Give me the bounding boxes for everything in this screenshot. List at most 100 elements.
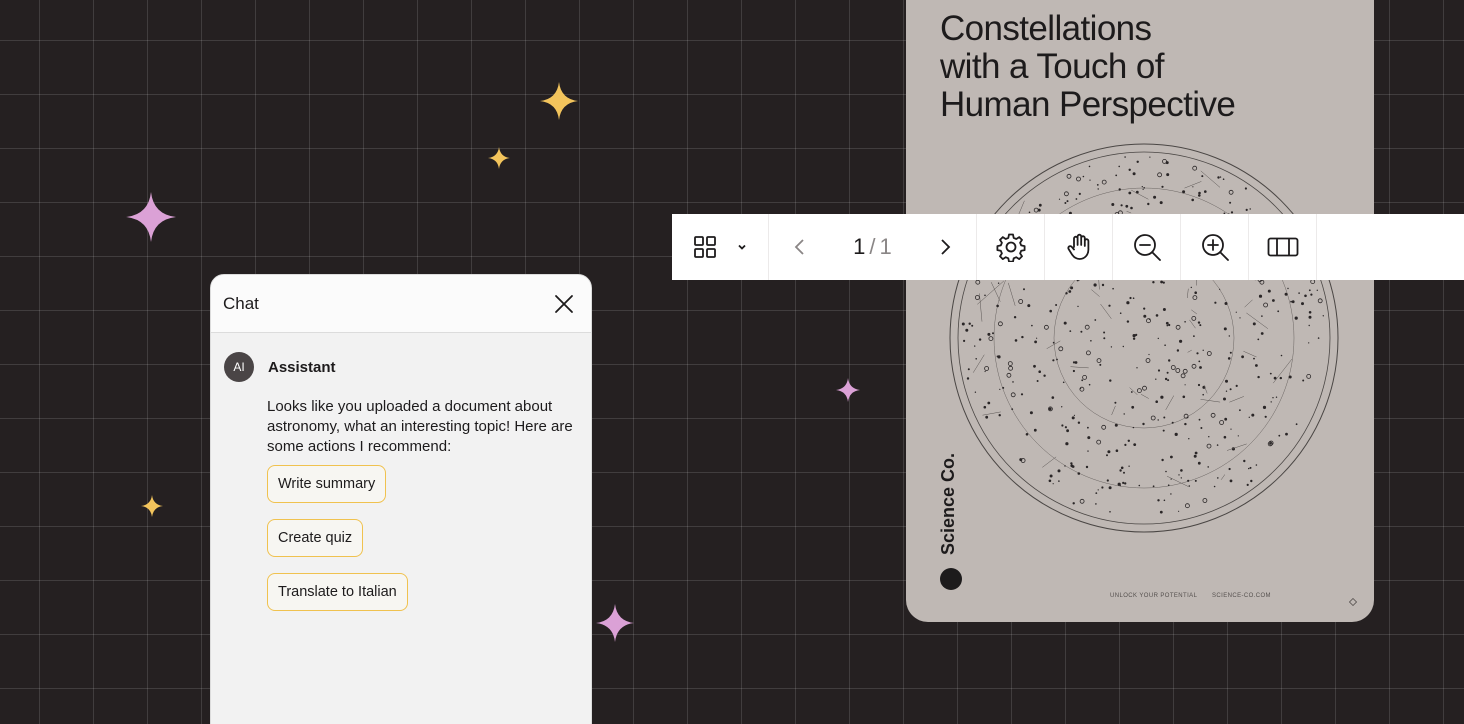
star-dot — [1027, 304, 1031, 308]
write-summary-button[interactable]: Write summary — [267, 465, 387, 503]
star-dot — [1071, 465, 1075, 468]
star-dot — [1316, 289, 1318, 291]
constellation-line — [1220, 474, 1226, 480]
star-dot — [1249, 208, 1251, 210]
star-dot — [1229, 201, 1232, 204]
view-mode-dropdown[interactable] — [732, 214, 752, 280]
star-dot — [997, 282, 1000, 284]
constellation-line — [1243, 350, 1257, 358]
zoom-in-button[interactable] — [1181, 214, 1248, 280]
star-dot — [1191, 315, 1197, 321]
layout-group — [1249, 214, 1317, 280]
star-dot — [1167, 484, 1170, 487]
star-dot — [996, 355, 999, 358]
star-dot — [1072, 502, 1075, 505]
star-dot — [1023, 288, 1025, 291]
star-dot — [1157, 419, 1159, 421]
translate-italian-button[interactable]: Translate to Italian — [267, 573, 408, 611]
assistant-avatar: AI — [224, 352, 254, 382]
star-dot — [1021, 335, 1024, 339]
star-dot — [1298, 292, 1300, 294]
star-dot — [1287, 287, 1289, 290]
constellation-line — [1200, 399, 1221, 403]
star-dot — [1058, 346, 1064, 352]
star-dot — [961, 322, 965, 326]
star-dot — [1064, 202, 1067, 204]
star-dot — [1031, 324, 1033, 327]
constellation-line — [1126, 210, 1132, 214]
brand-name: Science Co. — [938, 452, 958, 555]
layout-button[interactable] — [1249, 214, 1316, 280]
create-quiz-button[interactable]: Create quiz — [267, 519, 364, 557]
settings-button[interactable] — [977, 214, 1044, 280]
star-dot — [1278, 434, 1281, 437]
star-dot — [1288, 375, 1292, 379]
star-dot — [1007, 361, 1013, 367]
gold-sparkle-icon — [141, 495, 163, 517]
star-dot — [1066, 200, 1069, 203]
star-dot — [1052, 359, 1055, 362]
close-chat-button[interactable] — [549, 289, 579, 319]
star-dot — [1192, 165, 1198, 171]
star-dot — [1171, 421, 1174, 424]
star-dot — [1061, 406, 1063, 408]
star-dot — [1178, 510, 1180, 512]
pan-button[interactable] — [1045, 214, 1112, 280]
star-dot — [1128, 168, 1131, 171]
chat-header: Chat — [211, 275, 591, 333]
grid-view-button[interactable] — [672, 214, 738, 280]
star-dot — [1229, 479, 1233, 483]
star-dot — [1204, 190, 1207, 193]
star-dot — [1106, 479, 1109, 482]
star-dot — [1036, 337, 1038, 339]
current-page: 1 — [853, 234, 866, 259]
star-dot — [1062, 381, 1065, 384]
star-dot — [1206, 443, 1212, 449]
constellation-line — [1070, 366, 1089, 369]
star-dot — [1157, 337, 1159, 340]
constellation-line — [1042, 456, 1057, 468]
star-dot — [1122, 481, 1125, 484]
star-dot — [1207, 466, 1209, 468]
next-page-button[interactable] — [920, 214, 970, 280]
constellation-line — [1129, 387, 1138, 395]
star-dot — [1036, 380, 1039, 382]
star-dot — [1228, 335, 1230, 337]
star-dot — [1106, 454, 1108, 457]
star-dot — [1122, 345, 1124, 348]
page-indicator: 1 / 1 — [837, 234, 907, 260]
star-dot — [1126, 320, 1130, 323]
star-dot — [1184, 321, 1186, 323]
star-dot — [1109, 511, 1111, 513]
star-dot — [1128, 465, 1130, 467]
star-dot — [1272, 397, 1274, 399]
star-dot — [1262, 405, 1267, 409]
star-dot — [1143, 307, 1146, 310]
star-dot — [966, 377, 970, 380]
star-dot — [1033, 364, 1036, 368]
star-dot — [1252, 322, 1256, 326]
star-dot — [1264, 415, 1267, 418]
star-dot — [1310, 279, 1316, 285]
star-dot — [1049, 309, 1052, 313]
star-dot — [1082, 175, 1085, 178]
star-dot — [1118, 165, 1120, 168]
constellation-line — [1166, 475, 1189, 487]
star-dot — [1235, 384, 1238, 387]
zoom-out-button[interactable] — [1113, 214, 1180, 280]
star-dot — [1168, 359, 1171, 362]
view-mode-group — [672, 214, 769, 280]
star-dot — [1308, 342, 1310, 344]
star-dot — [1150, 415, 1156, 421]
previous-page-button[interactable] — [775, 214, 825, 280]
star-dot — [1294, 316, 1298, 320]
star-dot — [1163, 499, 1166, 502]
star-dot — [975, 358, 977, 360]
star-dot — [1161, 185, 1164, 188]
constellation-line — [1091, 289, 1100, 297]
star-dot — [1260, 332, 1264, 335]
star-dot — [1107, 450, 1111, 454]
star-dot — [1034, 340, 1037, 344]
star-dot — [1164, 344, 1166, 346]
star-dot — [1012, 381, 1014, 383]
